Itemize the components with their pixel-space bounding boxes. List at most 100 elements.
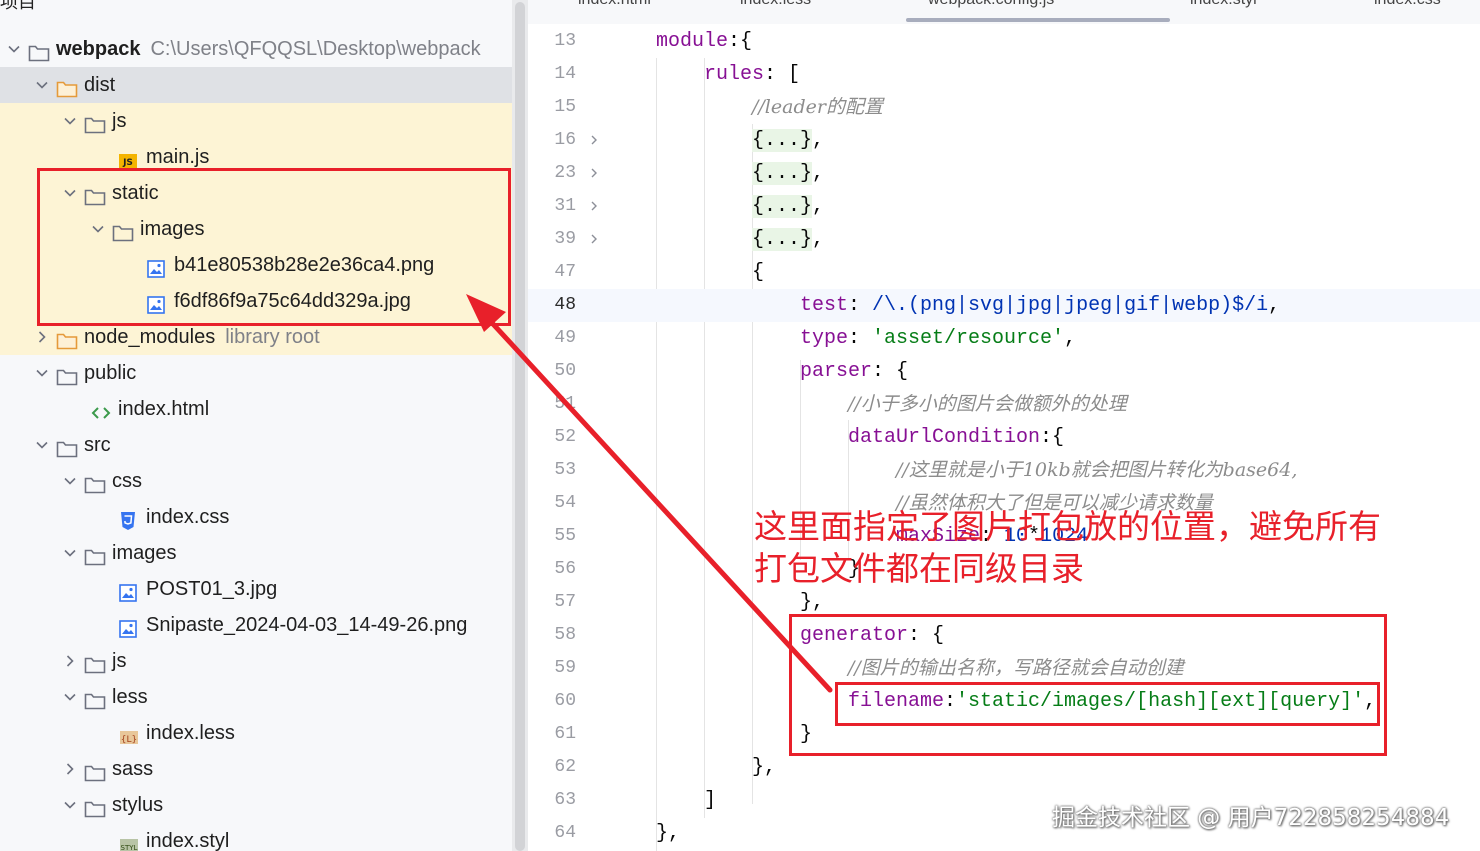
code-token: {...} <box>752 228 813 251</box>
code-token: 'asset/resource' <box>872 327 1065 350</box>
chevron-down-icon[interactable] <box>62 463 78 499</box>
code-editor[interactable]: index.html index.less webpack.config.js … <box>528 0 1480 851</box>
code-token: /\.(png|svg|jpg|jpeg|gif|webp)$/i <box>872 294 1269 317</box>
tree-item[interactable]: src <box>0 427 512 463</box>
tree-item[interactable]: images <box>0 535 512 571</box>
tree-item-label: public <box>84 355 136 391</box>
chevron-down-icon[interactable] <box>62 103 78 139</box>
folder-icon <box>84 651 106 674</box>
tree-item[interactable]: {L} index.less <box>0 715 512 751</box>
code-line[interactable]: 53 //这里就是小于10kb就会把图片转化为base64, <box>528 454 1480 487</box>
fold-chevron-icon[interactable] <box>588 190 600 226</box>
tree-item[interactable]: POST01_3.jpg <box>0 571 512 607</box>
tree-item-name: stylus <box>112 794 164 816</box>
code-line[interactable]: 15 //leader的配置 <box>528 91 1480 124</box>
code-line[interactable]: 16 {...}, <box>528 124 1480 157</box>
tab-webpack-config[interactable]: webpack.config.js <box>928 0 1054 12</box>
tree-item-path: library root <box>225 326 320 348</box>
code-line[interactable]: 48 test: /\.(png|svg|jpg|jpeg|gif|webp)$/… <box>528 289 1480 322</box>
chevron-down-icon[interactable] <box>62 679 78 715</box>
tree-item[interactable]: JS main.js <box>0 139 512 175</box>
code-line[interactable]: 23 {...}, <box>528 157 1480 190</box>
code-line[interactable]: 49 type: 'asset/resource', <box>528 322 1480 355</box>
tree-item[interactable]: f6df86f9a75c64dd329a.jpg <box>0 283 512 319</box>
code-line[interactable]: 52 dataUrlCondition:{ <box>528 421 1480 454</box>
tree-item-name: index.html <box>118 398 210 420</box>
code-line[interactable]: 31 {...}, <box>528 190 1480 223</box>
tab-index-styl[interactable]: index.styl <box>1190 0 1257 12</box>
code-line[interactable]: 47 { <box>528 256 1480 289</box>
code-line[interactable]: 58 generator: { <box>528 619 1480 652</box>
tree-item[interactable]: less <box>0 679 512 715</box>
line-number: 47 <box>554 262 576 282</box>
chevron-down-icon[interactable] <box>6 31 22 67</box>
tree-item[interactable]: webpack C:\Users\QFQQSL\Desktop\webpack <box>0 31 512 67</box>
code-line[interactable]: 50 parser: { <box>528 355 1480 388</box>
tree-item[interactable]: css <box>0 463 512 499</box>
code-token: type <box>800 327 849 350</box>
chevron-down-icon[interactable] <box>34 67 50 103</box>
tree-item-label: POST01_3.jpg <box>146 571 277 607</box>
code-line[interactable]: 62}, <box>528 751 1480 784</box>
fold-chevron-icon[interactable] <box>588 157 600 193</box>
line-number: 48 <box>554 295 576 315</box>
tree-item[interactable]: index.html <box>0 391 512 427</box>
code-line[interactable]: 13 module:{ <box>528 25 1480 58</box>
code-token: }, <box>656 822 681 845</box>
code-line[interactable]: 57}, <box>528 586 1480 619</box>
tree-item[interactable]: STYL index.styl <box>0 823 512 851</box>
tree-item[interactable]: static <box>0 175 512 211</box>
code-line[interactable]: 59 //图片的输出名称，写路径就会自动创建 <box>528 652 1480 685</box>
annotation-text: 这里面指定了图片打包放的位置，避免所有 打包文件都在同级目录 <box>754 506 1381 590</box>
code-token: parser <box>800 360 873 383</box>
tree-scrollbar-thumb[interactable] <box>515 2 525 851</box>
folder-icon <box>84 795 106 818</box>
chevron-down-icon[interactable] <box>62 175 78 211</box>
folder-icon <box>112 219 134 242</box>
tree-item[interactable]: Snipaste_2024-04-03_14-49-26.png <box>0 607 512 643</box>
tree-item[interactable]: sass <box>0 751 512 787</box>
tree-item[interactable]: b41e80538b28e2e36ca4.png <box>0 247 512 283</box>
tree-item[interactable]: dist <box>0 67 512 103</box>
tab-index-less[interactable]: index.less <box>740 0 811 12</box>
code-text: {...}, <box>752 223 824 256</box>
tree-item[interactable]: public <box>0 355 512 391</box>
tree-item[interactable]: stylus <box>0 787 512 823</box>
line-number: 53 <box>554 460 576 480</box>
tree-item[interactable]: js <box>0 103 512 139</box>
fold-chevron-icon[interactable] <box>588 124 600 160</box>
chevron-right-icon[interactable] <box>62 751 78 787</box>
tab-index-html[interactable]: index.html <box>578 0 651 12</box>
code-line[interactable]: 60 filename:'static/images/[hash][ext][qu… <box>528 685 1480 718</box>
tab-label: webpack.config.js <box>928 0 1054 8</box>
image-file-icon <box>146 291 168 314</box>
code-text: }, <box>752 751 776 784</box>
fold-chevron-icon[interactable] <box>588 223 600 259</box>
chevron-down-icon[interactable] <box>62 787 78 823</box>
tree-item-name: js <box>112 110 127 132</box>
line-number: 14 <box>554 64 576 84</box>
chevron-down-icon[interactable] <box>62 535 78 571</box>
folder-icon <box>84 183 106 206</box>
code-token: : <box>848 294 873 317</box>
tree-item[interactable]: index.css <box>0 499 512 535</box>
tree-item[interactable]: node_modules library root <box>0 319 512 355</box>
line-number: 58 <box>554 625 576 645</box>
code-line[interactable]: 39 {...}, <box>528 223 1480 256</box>
chevron-right-icon[interactable] <box>34 319 50 355</box>
chevron-down-icon[interactable] <box>90 211 106 247</box>
chevron-right-icon[interactable] <box>62 643 78 679</box>
tab-index-css[interactable]: index.css <box>1374 0 1441 12</box>
tree-item[interactable]: images <box>0 211 512 247</box>
code-line[interactable]: 14 rules: [ <box>528 58 1480 91</box>
code-token: : <box>944 690 957 713</box>
tree-item[interactable]: js <box>0 643 512 679</box>
chevron-down-icon[interactable] <box>34 355 50 391</box>
image-file-icon <box>118 615 140 638</box>
tree-item-name: js <box>112 650 127 672</box>
code-line[interactable]: 51 //小于多小的图片会做额外的处理 <box>528 388 1480 421</box>
code-line[interactable]: 61} <box>528 718 1480 751</box>
tree-item-name: Snipaste_2024-04-03_14-49-26.png <box>146 614 468 636</box>
chevron-down-icon[interactable] <box>34 427 50 463</box>
tree-item-name: b41e80538b28e2e36ca4.png <box>174 254 435 276</box>
